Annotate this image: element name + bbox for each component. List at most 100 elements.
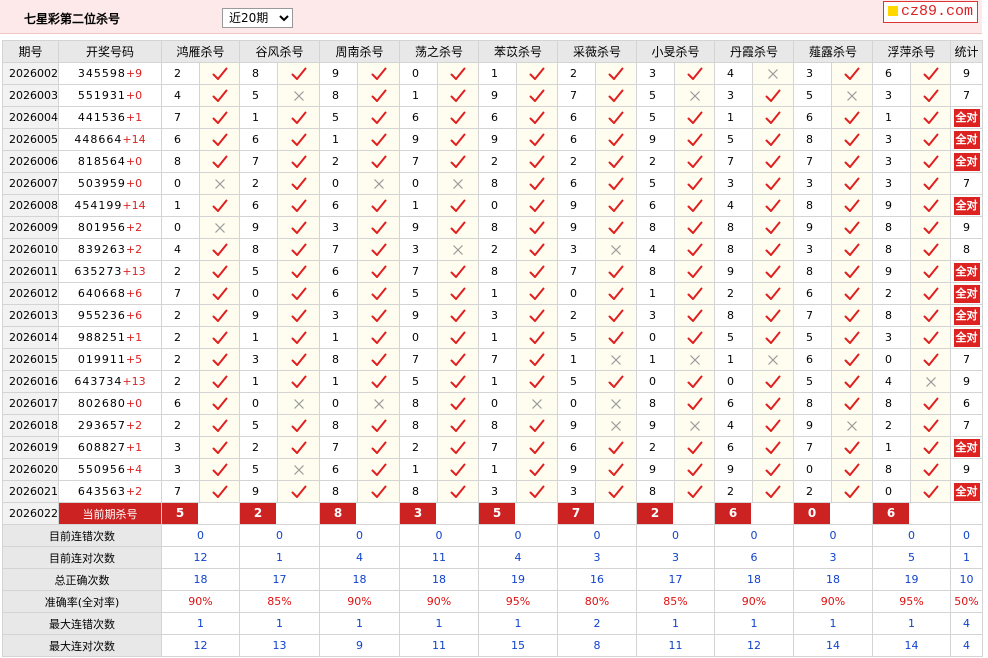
- kill-digit-cell: 1: [714, 348, 753, 371]
- col-expert[interactable]: 周南杀号: [319, 40, 400, 63]
- result-cell: [910, 238, 951, 261]
- result-cell: [437, 128, 479, 151]
- draw-sum: +13: [122, 375, 146, 388]
- cross-icon: [293, 90, 304, 101]
- result-cell: [277, 480, 320, 503]
- period-cell: 2026016: [2, 370, 59, 393]
- stats-value: 9: [319, 634, 400, 657]
- result-cell: [752, 370, 794, 393]
- kill-digit-cell: 1: [319, 326, 358, 349]
- cross-icon: [611, 354, 621, 365]
- draw-number: 818564: [77, 155, 126, 168]
- check-icon: [844, 397, 860, 410]
- result-cell: [199, 458, 240, 481]
- col-expert[interactable]: 荡之杀号: [399, 40, 479, 63]
- draw-number: 550956: [77, 463, 126, 476]
- result-cell: [199, 106, 240, 129]
- result-cell: [831, 128, 873, 151]
- stats-value: 0: [872, 524, 951, 547]
- check-icon: [687, 67, 702, 80]
- result-cell: [752, 216, 794, 239]
- result-cell: [595, 370, 637, 393]
- check-icon: [450, 221, 466, 234]
- result-cell: [516, 392, 558, 415]
- col-expert[interactable]: 采薇杀号: [557, 40, 637, 63]
- check-icon: [687, 265, 702, 278]
- result-cell: [752, 106, 794, 129]
- result-cell: [277, 238, 320, 261]
- result-cell: [595, 282, 637, 305]
- kill-digit-cell: 1: [478, 62, 517, 85]
- kill-digit-cell: 9: [319, 62, 358, 85]
- period-cell: 2026019: [2, 436, 59, 459]
- check-icon: [529, 111, 545, 124]
- kill-digit-cell: 9: [636, 128, 675, 151]
- stats-value: 11: [399, 634, 479, 657]
- period-select[interactable]: 近20期: [222, 8, 293, 28]
- kill-digit-cell: 8: [319, 414, 358, 437]
- result-cell: [674, 194, 715, 217]
- result-cell: [357, 194, 400, 217]
- kill-digit-cell: 1: [478, 458, 517, 481]
- kill-digit-cell: 6: [161, 392, 200, 415]
- cross-icon: [925, 376, 936, 387]
- result-cell: [516, 326, 558, 349]
- result-cell: [595, 458, 637, 481]
- kill-digit-cell: 2: [478, 150, 517, 173]
- check-icon: [765, 463, 781, 476]
- cross-icon: [532, 398, 542, 409]
- col-expert[interactable]: 小旻杀号: [636, 40, 715, 63]
- result-cell: [752, 458, 794, 481]
- check-icon: [450, 397, 466, 410]
- site-logo[interactable]: cz89.com: [883, 1, 979, 23]
- result-cell: [595, 348, 637, 371]
- kill-digit-cell: 6: [636, 194, 675, 217]
- table-row: 2026014 988251+1 2 1 1 0 1 5 0 5 5 3 全对: [2, 326, 983, 349]
- result-cell: [277, 106, 320, 129]
- result-cell: [277, 62, 320, 85]
- stat-cell: 9: [950, 216, 983, 239]
- result-cell: [831, 150, 873, 173]
- check-icon: [371, 221, 386, 234]
- check-icon: [923, 133, 938, 146]
- kill-digit-cell: 3: [793, 238, 832, 261]
- col-expert[interactable]: 浮萍杀号: [872, 40, 951, 63]
- stats-value: 1: [239, 612, 320, 635]
- check-icon: [212, 133, 227, 146]
- col-expert[interactable]: 谷风杀号: [239, 40, 320, 63]
- col-expert[interactable]: 鸿雁杀号: [161, 40, 240, 63]
- col-expert[interactable]: 苯苡杀号: [478, 40, 558, 63]
- result-cell: [199, 172, 240, 195]
- result-cell: [752, 414, 794, 437]
- result-cell: [910, 106, 951, 129]
- col-expert[interactable]: 丹霞杀号: [714, 40, 794, 63]
- result-cell: [277, 348, 320, 371]
- kill-digit-cell: 1: [872, 436, 911, 459]
- kill-digit-cell: 0: [793, 458, 832, 481]
- period-cell: 2026002: [2, 62, 59, 85]
- kill-digit-cell: 5: [793, 326, 832, 349]
- table-row: 2026015 019911+5 2 3 8 7 7 1 1 1 6 0 7: [2, 348, 983, 371]
- check-icon: [371, 309, 386, 322]
- result-cell: [674, 106, 715, 129]
- result-cell: [595, 106, 637, 129]
- col-expert[interactable]: 薤露杀号: [793, 40, 873, 63]
- check-icon: [844, 133, 860, 146]
- result-cell: [831, 62, 873, 85]
- kill-digit-cell: 3: [872, 326, 911, 349]
- all-right-badge: 全对: [953, 306, 980, 325]
- check-icon: [608, 375, 624, 388]
- kill-digit-cell: 2: [557, 150, 596, 173]
- check-icon: [608, 463, 624, 476]
- result-cell: [357, 282, 400, 305]
- result-cell: [674, 172, 715, 195]
- kill-digit-cell: 0: [478, 392, 517, 415]
- stat-cell: 6: [950, 392, 983, 415]
- all-right-badge: 全对: [953, 108, 980, 127]
- draw-number: 801956: [77, 221, 126, 234]
- stats-value: 85%: [239, 590, 320, 613]
- result-cell: [199, 436, 240, 459]
- kill-digit-cell: 5: [636, 106, 675, 129]
- result-cell: [516, 216, 558, 239]
- check-icon: [291, 155, 306, 168]
